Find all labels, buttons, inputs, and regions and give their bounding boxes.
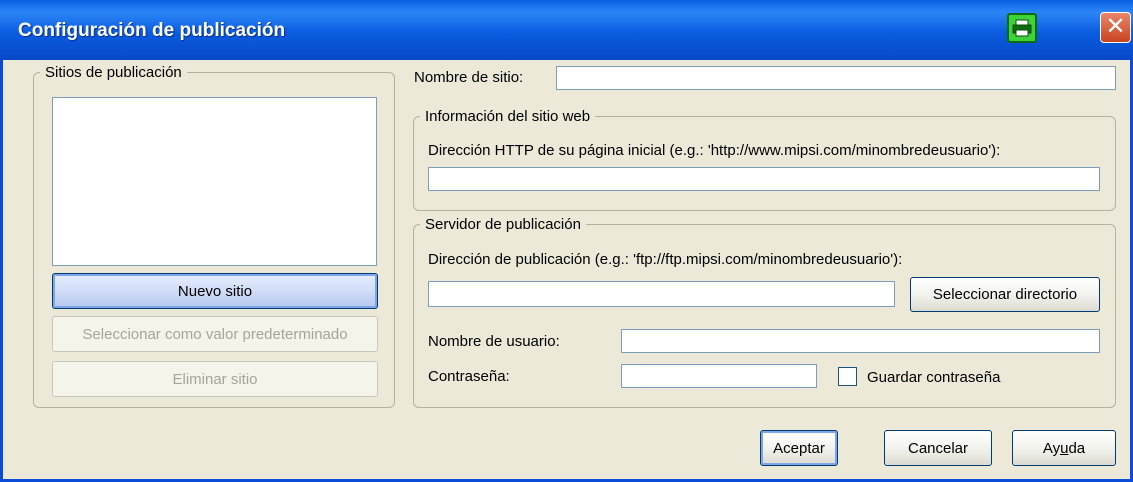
set-default-button[interactable]: Seleccionar como valor predeterminado	[52, 316, 378, 352]
http-address-input[interactable]	[428, 167, 1100, 191]
publish-address-input[interactable]	[428, 281, 895, 307]
help-label-post: da	[1068, 439, 1086, 457]
website-info-legend: Información del sitio web	[425, 108, 591, 125]
publish-server-legend: Servidor de publicación	[425, 216, 581, 233]
new-site-button[interactable]: Nuevo sitio	[52, 273, 378, 309]
site-name-input[interactable]	[556, 66, 1116, 90]
cancel-button[interactable]: Cancelar	[884, 430, 992, 466]
publish-address-label: Dirección de publicación (e.g.: 'ftp://f…	[428, 251, 903, 268]
username-input[interactable]	[621, 329, 1100, 353]
delete-site-button[interactable]: Eliminar sitio	[52, 361, 378, 397]
sites-group-legend: Sitios de publicación	[45, 64, 182, 81]
printer-icon[interactable]	[1007, 13, 1037, 43]
title-bar[interactable]: Configuración de publicación ✕	[0, 0, 1133, 60]
help-label-pre: Ay	[1042, 439, 1061, 457]
password-input[interactable]	[621, 364, 817, 388]
save-password-checkbox[interactable]	[838, 367, 857, 386]
http-address-label: Dirección HTTP de su página inicial (e.g…	[428, 142, 1001, 159]
help-button[interactable]: Ayuda	[1012, 430, 1116, 466]
password-label: Contraseña:	[428, 368, 510, 385]
select-directory-button[interactable]: Seleccionar directorio	[910, 277, 1100, 312]
website-info-group: Información del sitio web	[413, 108, 1116, 211]
dialog-title: Configuración de publicación	[18, 20, 286, 41]
site-name-label: Nombre de sitio:	[414, 69, 524, 86]
ok-button[interactable]: Aceptar	[760, 430, 838, 466]
publish-settings-dialog: Configuración de publicación ✕ Sitios de…	[0, 0, 1133, 482]
close-icon[interactable]: ✕	[1100, 12, 1131, 43]
save-password-label[interactable]: Guardar contraseña	[867, 369, 1000, 386]
sites-list[interactable]	[52, 97, 377, 266]
username-label: Nombre de usuario:	[428, 333, 560, 350]
